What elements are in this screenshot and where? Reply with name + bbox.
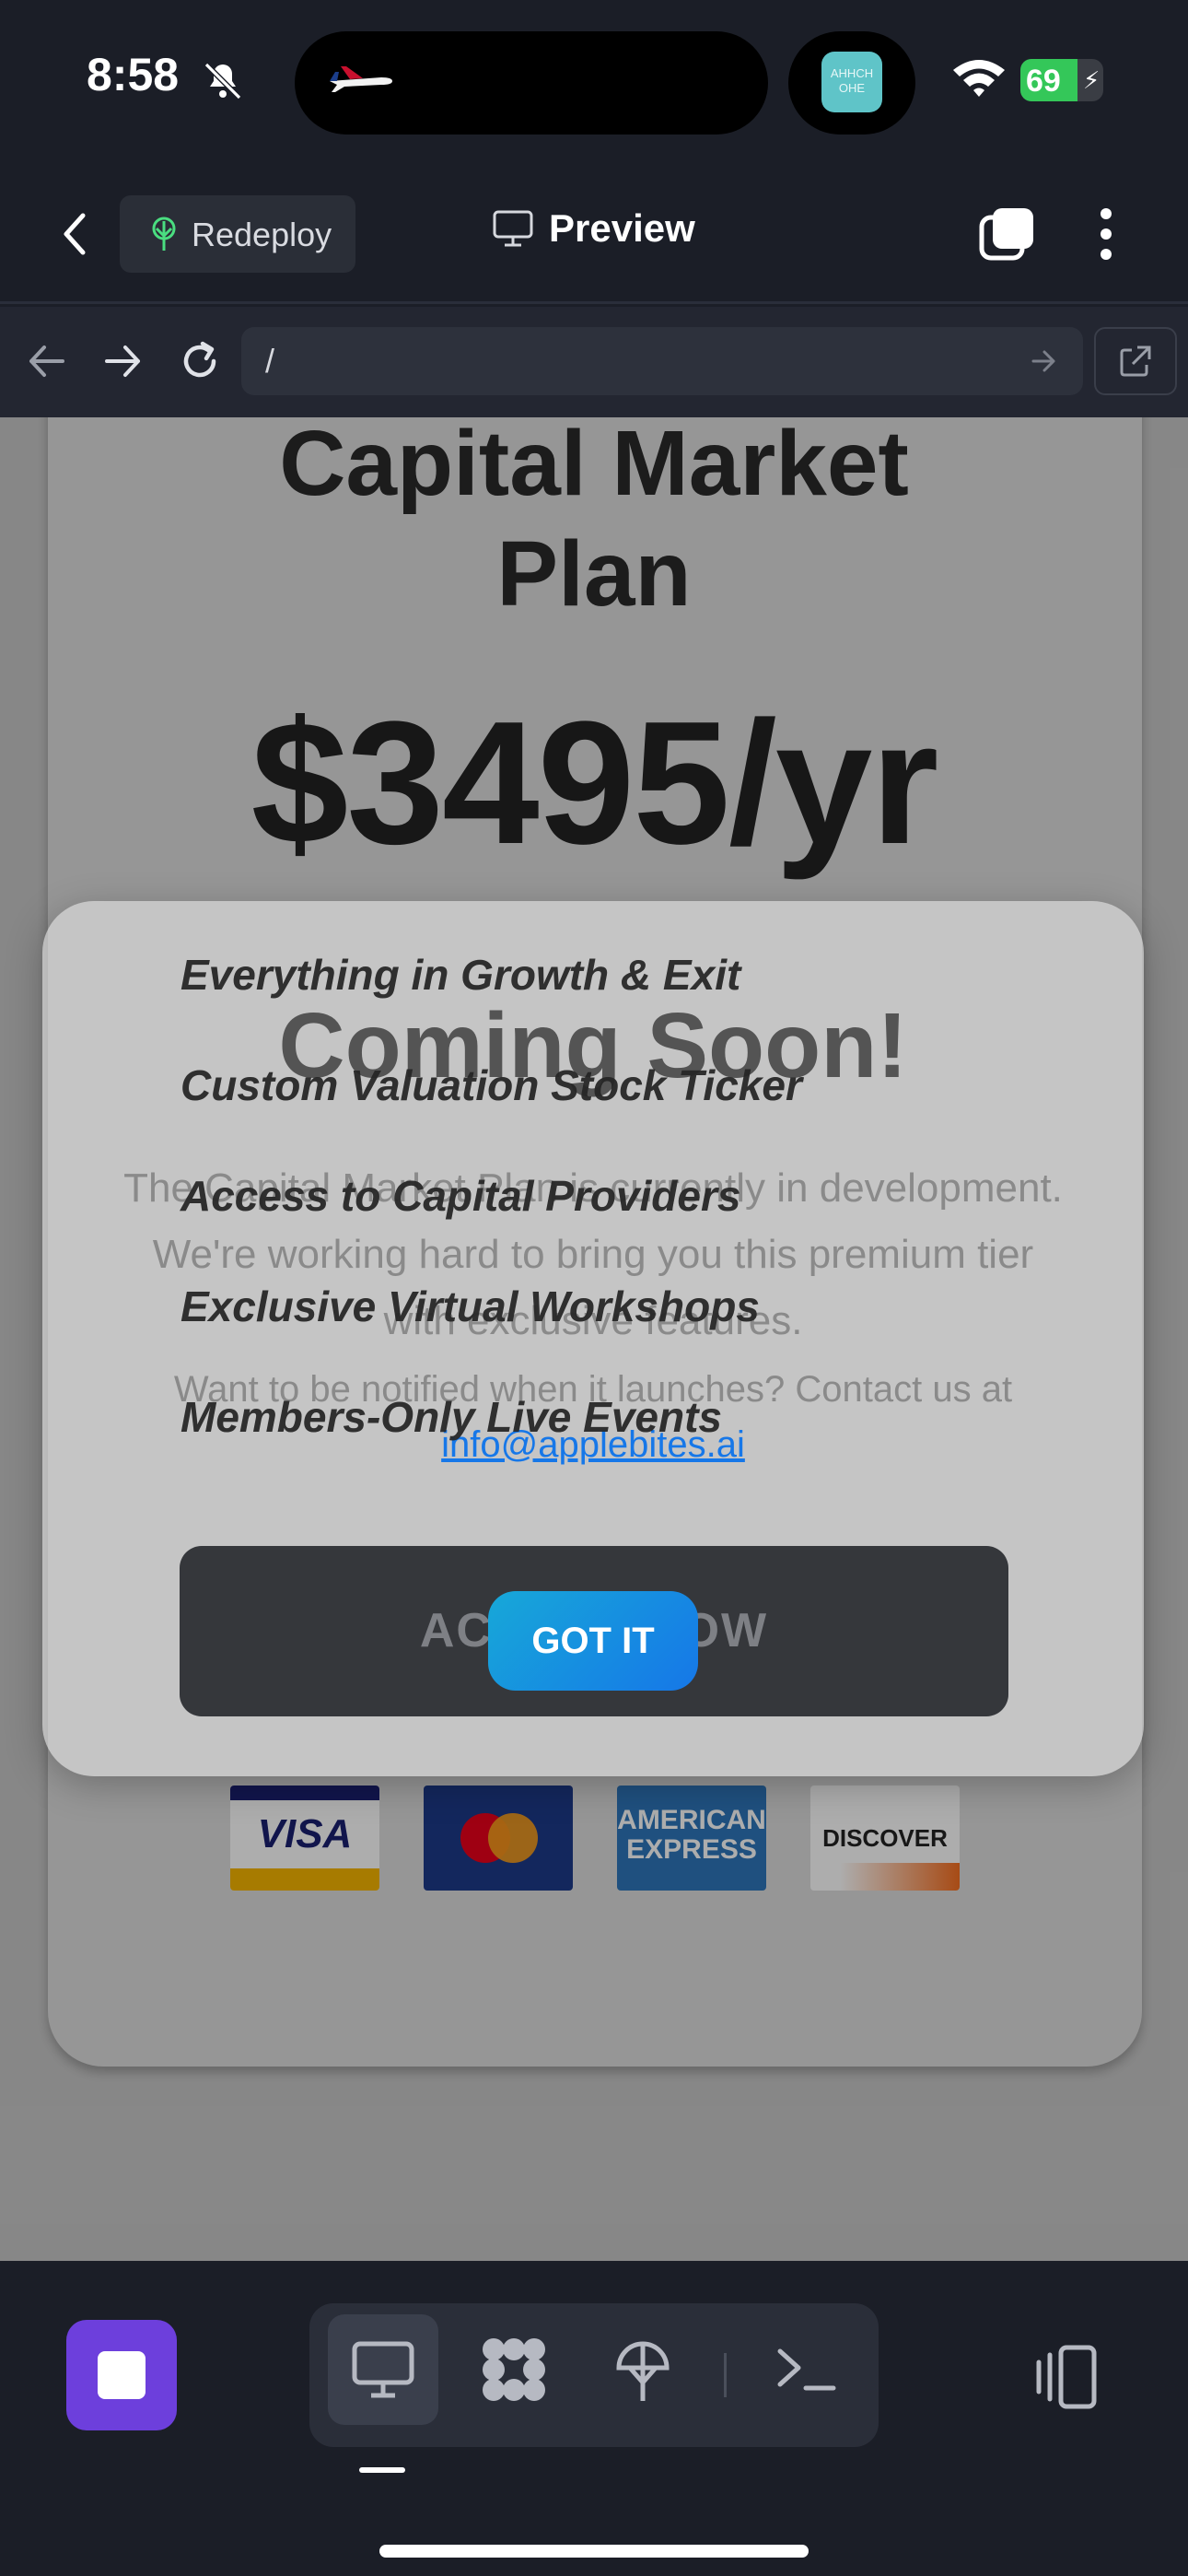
webpage-viewport: Capital Market Plan $3495/yr Everything … — [0, 417, 1188, 2261]
url-input[interactable]: / — [241, 327, 1083, 395]
status-time: 8:58 — [87, 49, 180, 100]
live-activity-app-icon[interactable]: АННСН ОНЕ — [821, 52, 882, 112]
monitor-icon — [352, 2341, 414, 2398]
stop-button[interactable] — [66, 2320, 177, 2430]
view-switcher — [309, 2303, 879, 2447]
app-header: Redeploy Preview — [0, 166, 1188, 304]
tree-icon — [152, 217, 176, 251]
bottom-toolbar — [0, 2261, 1188, 2576]
list-item: Access to Capital Providers — [181, 1172, 741, 1220]
grid-icon — [483, 2338, 545, 2401]
list-item: Exclusive Virtual Workshops — [181, 1282, 760, 1330]
active-tab-indicator — [359, 2467, 405, 2473]
tab-workspace[interactable] — [459, 2314, 569, 2425]
battery-indicator: 69 ⚡ — [1020, 59, 1103, 101]
external-link-icon — [1120, 345, 1151, 377]
feature-list-overlay: Everything in Growth & Exit Custom Valua… — [181, 950, 802, 1503]
battery-percent: 69 — [1026, 64, 1061, 99]
home-indicator — [379, 2545, 809, 2558]
status-bar: 8:58 АННСН ОНЕ 69 ⚡ — [0, 0, 1188, 166]
monitor-icon — [493, 210, 533, 247]
tab-deploy[interactable] — [588, 2314, 698, 2425]
preview-title: Preview — [492, 206, 695, 251]
got-it-button[interactable]: GOT IT — [488, 1591, 698, 1691]
preview-label: Preview — [549, 206, 695, 250]
wifi-icon — [953, 60, 1005, 97]
more-vertical-icon[interactable] — [1083, 205, 1129, 263]
chevron-left-icon[interactable] — [53, 206, 99, 262]
stop-icon — [98, 2351, 146, 2399]
go-arrow-icon[interactable] — [1030, 347, 1057, 375]
open-external-button[interactable] — [1094, 327, 1177, 395]
charging-bolt-icon: ⚡ — [1083, 66, 1101, 94]
reload-icon[interactable] — [177, 338, 223, 384]
device-switch-icon[interactable] — [1030, 2340, 1103, 2414]
browser-toolbar: / — [0, 307, 1188, 417]
plane-icon — [330, 66, 392, 92]
segment-divider — [724, 2353, 727, 2397]
app-screen: { "status_bar": { "time": "8:58", "batte… — [0, 0, 1188, 2576]
redeploy-label: Redeploy — [192, 216, 332, 253]
tree-icon — [616, 2341, 670, 2401]
tab-preview[interactable] — [328, 2314, 438, 2425]
list-item: Members-Only Live Events — [181, 1393, 722, 1441]
arrow-right-icon[interactable] — [101, 340, 144, 382]
redeploy-button[interactable]: Redeploy — [120, 195, 355, 273]
bell-slash-icon — [204, 62, 242, 100]
list-item: Everything in Growth & Exit — [181, 951, 741, 999]
tabs-icon[interactable] — [978, 205, 1037, 263]
list-item: Custom Valuation Stock Ticker — [181, 1061, 802, 1109]
tab-terminal[interactable] — [751, 2314, 862, 2425]
terminal-icon — [777, 2348, 836, 2391]
arrow-left-icon[interactable] — [26, 340, 68, 382]
